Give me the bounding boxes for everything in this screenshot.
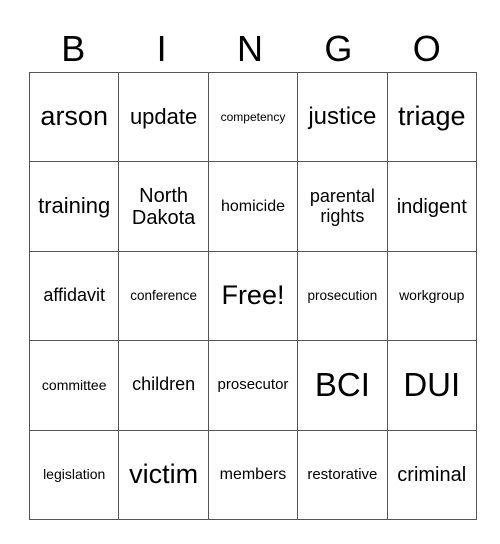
header-letter-b: B	[61, 28, 86, 69]
bingo-cell[interactable]: children	[118, 340, 209, 431]
grid-row: affidavit conference Free! prosecution w…	[28, 250, 477, 342]
bingo-cell[interactable]: DUI	[386, 340, 477, 431]
bingo-cell[interactable]: homicide	[207, 161, 299, 252]
header-letter-n: N	[236, 28, 263, 69]
bingo-cell[interactable]: indigent	[386, 161, 477, 252]
bingo-cell[interactable]: committee	[28, 340, 120, 431]
bingo-cell[interactable]: affidavit	[28, 250, 120, 342]
bingo-cell[interactable]: competency	[207, 71, 299, 163]
grid-row: legislation victim members restorative c…	[28, 429, 477, 520]
free-space[interactable]: Free!	[207, 250, 299, 342]
bingo-cell[interactable]: restorative	[297, 429, 388, 520]
bingo-cell[interactable]: criminal	[386, 429, 477, 520]
bingo-cell[interactable]: prosecution	[297, 250, 388, 342]
bingo-cell[interactable]: victim	[118, 429, 209, 520]
bingo-cell[interactable]: justice	[297, 71, 388, 163]
bingo-cell[interactable]: workgroup	[386, 250, 477, 342]
bingo-header: B I N G O	[29, 26, 471, 72]
bingo-cell[interactable]: BCI	[297, 340, 388, 431]
header-letter-g: G	[324, 28, 353, 69]
bingo-grid: arson update competency justice triage t…	[28, 71, 477, 520]
grid-row: committee children prosecutor BCI DUI	[28, 340, 477, 431]
bingo-cell[interactable]: arson	[28, 71, 120, 163]
bingo-cell[interactable]: triage	[386, 71, 477, 163]
bingo-cell[interactable]: legislation	[28, 429, 120, 520]
header-letter-i: I	[156, 28, 167, 69]
bingo-cell[interactable]: conference	[118, 250, 209, 342]
bingo-cell[interactable]: members	[207, 429, 299, 520]
header-letter-o: O	[412, 28, 441, 69]
bingo-cell[interactable]: North Dakota	[118, 161, 209, 252]
grid-row: training North Dakota homicide parental …	[28, 161, 477, 252]
bingo-cell[interactable]: parental rights	[297, 161, 388, 252]
grid-row: arson update competency justice triage	[28, 71, 477, 163]
bingo-cell[interactable]: update	[118, 71, 209, 163]
bingo-cell[interactable]: training	[28, 161, 120, 252]
bingo-cell[interactable]: prosecutor	[207, 340, 299, 431]
